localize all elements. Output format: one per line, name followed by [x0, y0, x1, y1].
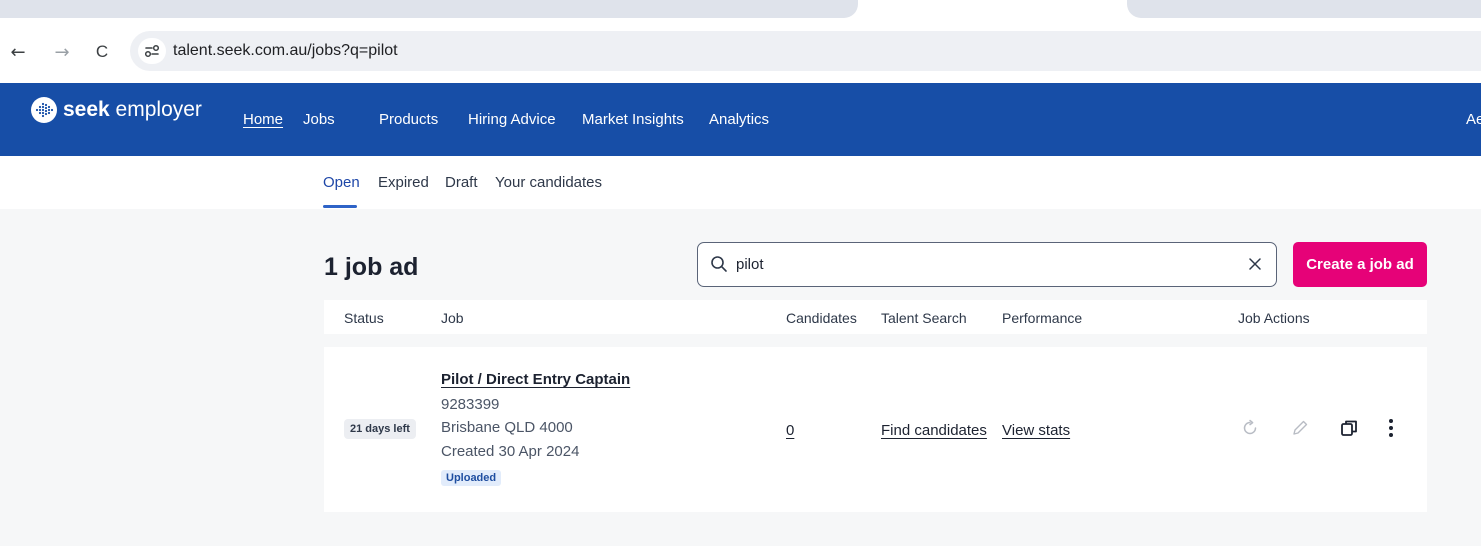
status-badge: 21 days left — [344, 419, 416, 439]
browser-tab-right[interactable] — [1127, 0, 1481, 18]
tab-open[interactable]: Open — [323, 174, 360, 191]
column-header-status: Status — [344, 310, 384, 326]
seek-logo-icon — [31, 97, 57, 123]
nav-hiring-advice[interactable]: Hiring Advice — [468, 111, 556, 128]
job-title-link[interactable]: Pilot / Direct Entry Captain — [441, 371, 630, 388]
copy-icon[interactable] — [1337, 416, 1361, 440]
seek-logo[interactable]: seek employer — [31, 97, 202, 123]
job-search-field[interactable] — [697, 242, 1277, 287]
find-candidates-link[interactable]: Find candidates — [881, 422, 987, 439]
view-stats-link[interactable]: View stats — [1002, 422, 1070, 439]
create-job-ad-button[interactable]: Create a job ad — [1293, 242, 1427, 287]
search-icon — [711, 256, 727, 272]
url-text[interactable]: talent.seek.com.au/jobs?q=pilot — [173, 42, 398, 60]
back-arrow-icon[interactable]: ← — [7, 41, 29, 63]
candidates-count-link[interactable]: 0 — [786, 422, 794, 439]
column-header-job: Job — [441, 310, 464, 326]
search-input[interactable] — [736, 251, 1216, 277]
active-tab-indicator — [323, 205, 357, 208]
column-header-performance: Performance — [1002, 310, 1083, 326]
clear-search-icon[interactable] — [1246, 255, 1264, 273]
job-reference: 9283399 — [441, 396, 500, 413]
job-status-tabs: Open Expired Draft Your candidates — [0, 156, 1481, 209]
account-menu[interactable]: Ae — [1466, 111, 1481, 128]
refresh-icon[interactable] — [1238, 416, 1262, 440]
tab-your-candidates[interactable]: Your candidates — [495, 174, 602, 191]
job-created-date: Created 30 Apr 2024 — [441, 443, 580, 460]
nav-analytics[interactable]: Analytics — [709, 111, 769, 128]
job-location: Brisbane QLD 4000 — [441, 419, 573, 436]
tab-draft[interactable]: Draft — [445, 174, 478, 191]
job-ad-count: 1 job ad — [324, 253, 419, 281]
column-header-job-actions: Job Actions — [1238, 310, 1310, 326]
nav-products[interactable]: Products — [379, 111, 438, 128]
browser-tab-left[interactable] — [0, 0, 858, 18]
tab-expired[interactable]: Expired — [378, 174, 429, 191]
browser-tabstrip — [0, 0, 1481, 27]
reload-icon[interactable]: C — [91, 41, 113, 63]
address-bar[interactable]: talent.seek.com.au/jobs?q=pilot — [130, 31, 1481, 71]
browser-toolbar: ← → C talent.seek.com.au/jobs?q=pilot — [0, 27, 1481, 77]
nav-home[interactable]: Home — [243, 111, 283, 128]
table-row: 21 days left Pilot / Direct Entry Captai… — [324, 347, 1427, 512]
forward-arrow-icon[interactable]: → — [51, 41, 73, 63]
column-header-talent-search: Talent Search — [881, 310, 967, 326]
site-settings-icon[interactable] — [138, 38, 166, 64]
edit-icon[interactable] — [1288, 416, 1312, 440]
column-header-candidates: Candidates — [786, 310, 857, 326]
uploaded-badge: Uploaded — [441, 470, 502, 486]
nav-market-insights[interactable]: Market Insights — [582, 111, 684, 128]
seek-logo-text: seek employer — [63, 98, 202, 121]
nav-jobs[interactable]: Jobs — [303, 111, 335, 128]
more-options-icon[interactable] — [1379, 416, 1403, 440]
top-navigation: seek employer Home Jobs Products Hiring … — [0, 83, 1481, 156]
table-header: Status Job Candidates Talent Search Perf… — [324, 300, 1427, 334]
main-content: 1 job ad Create a job ad Status Job Cand… — [0, 209, 1481, 546]
